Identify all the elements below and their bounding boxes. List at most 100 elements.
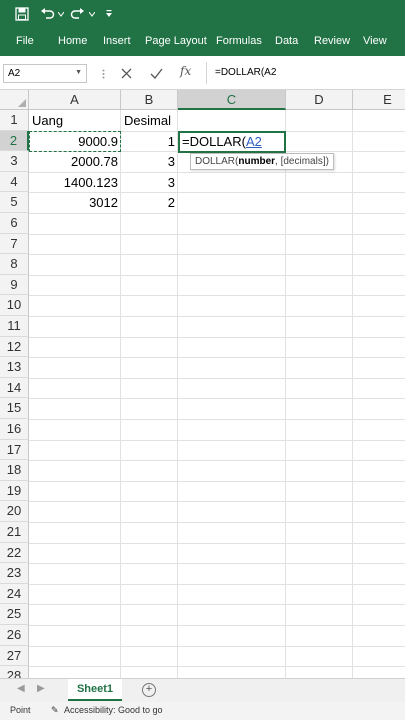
cell-b1[interactable]: Desimal xyxy=(121,111,178,131)
gridline xyxy=(29,625,405,626)
row-header-20[interactable]: 20 xyxy=(0,501,29,522)
row-header-9[interactable]: 9 xyxy=(0,274,29,296)
gridline xyxy=(29,357,405,359)
row-header-6[interactable]: 6 xyxy=(0,213,29,234)
row-header-7[interactable]: 7 xyxy=(0,233,29,255)
row-header-3[interactable]: 3 xyxy=(0,151,29,172)
row-header-15[interactable]: 15 xyxy=(0,398,29,419)
accessibility-icon[interactable]: ✎ xyxy=(51,705,59,716)
row-header-5[interactable]: 5 xyxy=(0,192,29,213)
tab-page-layout[interactable]: Page Layout xyxy=(145,35,207,47)
customize-icon[interactable] xyxy=(106,10,112,18)
formula-bar: A2 ▼ fx =DOLLAR(A2 xyxy=(0,56,405,90)
active-cell-c2[interactable]: =DOLLAR(A2 xyxy=(178,131,286,153)
cell-b5[interactable]: 2 xyxy=(121,193,178,213)
row-header-13[interactable]: 13 xyxy=(0,357,29,378)
column-header-d[interactable]: D xyxy=(286,90,353,110)
gridline xyxy=(29,274,405,276)
cell-b3[interactable]: 3 xyxy=(121,152,178,172)
spreadsheet-grid[interactable]: A B C D E 1 2 3 4 5 6 7 8 9 10 11 12 13 14 15 16 17 18 19 2… xyxy=(0,90,405,678)
cell-b4[interactable]: 3 xyxy=(121,173,178,193)
undo-icon[interactable] xyxy=(40,7,55,21)
tab-insert[interactable]: Insert xyxy=(103,35,131,47)
column-header-e[interactable]: E xyxy=(353,90,405,110)
row-header-8[interactable]: 8 xyxy=(0,254,29,275)
row-header-25[interactable]: 25 xyxy=(0,604,29,625)
ribbon-tabs: File Home Insert Page Layout Formulas Da… xyxy=(0,30,405,56)
gridline xyxy=(29,336,405,338)
gridline xyxy=(29,316,405,317)
cell-a4[interactable]: 1400.123 xyxy=(29,173,121,193)
row-header-26[interactable]: 26 xyxy=(0,625,29,646)
gridline xyxy=(29,522,405,523)
tab-file[interactable]: File xyxy=(16,35,34,47)
name-box-value: A2 xyxy=(8,68,21,79)
row-header-12[interactable]: 12 xyxy=(0,336,29,358)
row-header-4[interactable]: 4 xyxy=(0,171,29,193)
cancel-icon[interactable] xyxy=(121,68,132,79)
gridline xyxy=(29,233,405,235)
gridline xyxy=(29,419,405,420)
row-header-18[interactable]: 18 xyxy=(0,460,29,481)
cell-a1[interactable]: Uang xyxy=(29,111,121,131)
tab-data[interactable]: Data xyxy=(275,35,298,47)
row-header-10[interactable]: 10 xyxy=(0,295,29,316)
redo-icon[interactable] xyxy=(70,7,85,21)
status-mode: Point xyxy=(10,705,31,715)
row-header-1[interactable]: 1 xyxy=(0,110,29,131)
row-header-22[interactable]: 22 xyxy=(0,542,29,564)
row-header-28[interactable]: 28 xyxy=(0,666,29,678)
scroll-left-icon[interactable]: ◀ xyxy=(17,683,25,694)
cell-b2[interactable]: 1 xyxy=(121,132,178,152)
scroll-right-icon[interactable]: ▶ xyxy=(37,683,45,694)
cell-edit-text[interactable]: =DOLLAR(A2 xyxy=(182,133,262,151)
gridline xyxy=(29,666,405,668)
column-header-b[interactable]: B xyxy=(121,90,178,110)
select-all-button[interactable] xyxy=(0,90,29,110)
row-header-21[interactable]: 21 xyxy=(0,522,29,543)
column-header-a[interactable]: A xyxy=(29,90,121,110)
tab-formulas[interactable]: Formulas xyxy=(216,35,262,47)
row-header-16[interactable]: 16 xyxy=(0,419,29,440)
tab-review[interactable]: Review xyxy=(314,35,350,47)
row-header-23[interactable]: 23 xyxy=(0,563,29,584)
chevron-down-icon[interactable]: ▼ xyxy=(75,69,82,76)
function-tooltip: DOLLAR(number, [decimals]) xyxy=(190,153,334,170)
gridline xyxy=(29,563,405,565)
cell-a5[interactable]: 3012 xyxy=(29,193,121,213)
tab-view[interactable]: View xyxy=(363,35,387,47)
row-header-19[interactable]: 19 xyxy=(0,480,29,502)
row-header-17[interactable]: 17 xyxy=(0,439,29,461)
enter-check-icon[interactable] xyxy=(150,68,163,79)
row-header-11[interactable]: 11 xyxy=(0,316,29,337)
save-icon[interactable] xyxy=(15,7,29,21)
sheet-tab-sheet1[interactable]: Sheet1 xyxy=(68,679,122,701)
tooltip-fn[interactable]: DOLLAR( xyxy=(195,156,238,167)
column-header-c[interactable]: C xyxy=(178,90,286,110)
accessibility-status[interactable]: Accessibility: Good to go xyxy=(64,705,163,715)
gridline xyxy=(29,604,405,606)
gridline xyxy=(29,377,405,379)
gridline xyxy=(29,501,405,503)
formula-input[interactable]: =DOLLAR(A2 xyxy=(215,67,276,78)
quick-access-toolbar xyxy=(0,0,405,30)
gridline xyxy=(29,460,405,462)
insert-function-icon[interactable]: fx xyxy=(180,64,191,78)
row-header-14[interactable]: 14 xyxy=(0,377,29,399)
add-sheet-icon[interactable]: + xyxy=(142,683,156,697)
name-box[interactable]: A2 ▼ xyxy=(3,64,87,83)
row-header-2[interactable]: 2 xyxy=(0,130,29,152)
row-header-27[interactable]: 27 xyxy=(0,645,29,667)
gridline xyxy=(29,398,405,400)
chevron-down-icon[interactable] xyxy=(89,12,95,17)
tooltip-arg-number[interactable]: number xyxy=(238,156,275,167)
gridline xyxy=(29,439,405,441)
gridline xyxy=(29,480,405,482)
gridline xyxy=(29,583,405,585)
gridline xyxy=(352,110,353,678)
chevron-down-icon[interactable] xyxy=(58,12,64,17)
sheet-tab-bar: ◀ ▶ Sheet1 + xyxy=(0,678,405,702)
cell-a3[interactable]: 2000.78 xyxy=(29,152,121,172)
tab-home[interactable]: Home xyxy=(58,35,87,47)
row-header-24[interactable]: 24 xyxy=(0,583,29,605)
